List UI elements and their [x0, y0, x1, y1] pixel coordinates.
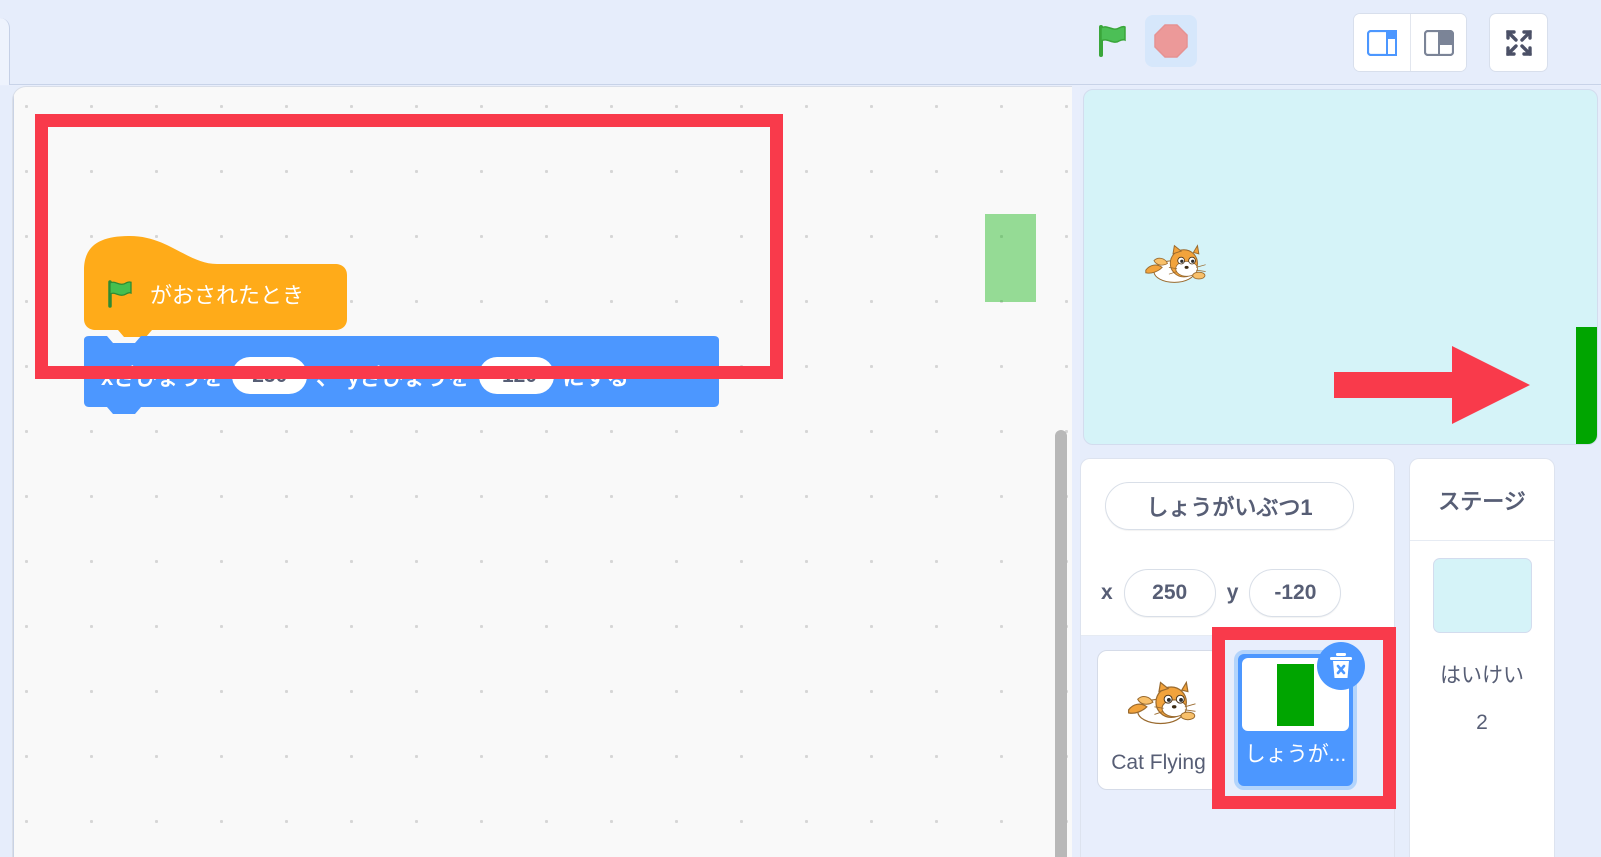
motion-y-input[interactable]: -120 — [478, 357, 554, 394]
sprite-y-label: y — [1226, 581, 1239, 604]
green-flag-icon — [108, 280, 132, 308]
top-control-bar — [0, 0, 1601, 85]
obstacle-sprite-on-stage[interactable] — [1576, 327, 1597, 444]
dragged-costume-ghost — [985, 214, 1036, 302]
large-stage-layout-icon — [1423, 29, 1454, 56]
delete-icon — [1330, 653, 1352, 678]
sprite-name-input[interactable]: しょうがいぶつ1 — [1105, 482, 1354, 530]
workspace-left-edge — [13, 87, 14, 857]
sprite-x-label: x — [1101, 581, 1113, 604]
motion-separator: 、 — [316, 364, 339, 390]
stage-canvas[interactable] — [1083, 89, 1598, 445]
large-stage-layout-button[interactable] — [1410, 14, 1466, 71]
stage-selector-header: ステージ — [1410, 459, 1554, 541]
stop-button[interactable] — [1145, 15, 1197, 67]
sprite-card-label: Cat Flying — [1111, 751, 1206, 774]
stage-selector-pane: ステージ はいけい 2 — [1409, 458, 1555, 857]
fullscreen-icon — [1505, 29, 1532, 56]
sprite-xy-row: x 250 y -120 — [1101, 569, 1342, 617]
sprite-pane: しょうがいぶつ1 x 250 y -120 Cat Flying しょうが... — [1080, 458, 1395, 857]
small-stage-layout-icon — [1367, 29, 1397, 56]
cat-flying-thumb-icon — [1119, 667, 1199, 739]
motion-block-label-row: xざひょうを 250 、 yざひょうを -120 にする — [101, 357, 629, 394]
motion-y-label: yざひょうを — [347, 364, 470, 390]
sprite-y-input[interactable]: -120 — [1249, 569, 1342, 617]
cat-flying-sprite[interactable] — [1139, 240, 1207, 288]
stop-sign-icon — [1154, 24, 1188, 58]
sprite-x-input[interactable]: 250 — [1123, 569, 1216, 617]
motion-x-input[interactable]: 250 — [232, 357, 308, 394]
delete-sprite-button[interactable] — [1317, 642, 1365, 690]
backdrop-label: はいけい — [1440, 664, 1524, 687]
workspace-vertical-scrollbar[interactable] — [1055, 430, 1067, 857]
sprite-card-cat-flying[interactable]: Cat Flying — [1097, 650, 1220, 790]
fullscreen-button[interactable] — [1490, 14, 1547, 71]
backdrop-count: 2 — [1476, 711, 1488, 734]
menu-left-edge — [0, 18, 10, 85]
backdrop-thumbnail[interactable] — [1432, 558, 1532, 633]
motion-x-label: xざひょうを — [101, 364, 224, 390]
green-flag-button[interactable] — [1086, 15, 1138, 67]
sprite-card-obstacle[interactable]: しょうが... — [1234, 642, 1365, 790]
blocks-canvas[interactable]: がおされたとき xざひょうを 250 、 yざひょうを -120 にする — [12, 86, 1072, 857]
script-stack[interactable]: がおされたとき xざひょうを 250 、 yざひょうを -120 にする — [84, 234, 719, 414]
stage-size-controls — [1354, 14, 1466, 71]
event-hat-block[interactable]: がおされたとき — [84, 234, 347, 337]
motion-goto-block[interactable]: xざひょうを 250 、 yざひょうを -120 にする — [84, 336, 719, 414]
green-rect-thumb-icon — [1277, 663, 1314, 726]
sprite-selector-list: Cat Flying しょうが... — [1081, 636, 1394, 857]
green-flag-icon — [1099, 25, 1126, 57]
sprite-card-label: しょうが... — [1244, 743, 1347, 766]
motion-suffix: にする — [562, 364, 629, 390]
sprite-info-row: しょうがいぶつ1 x 250 y -120 — [1081, 459, 1394, 636]
hat-block-label-row: がおされたとき — [105, 278, 304, 310]
small-stage-layout-button[interactable] — [1354, 14, 1410, 71]
hat-block-text: がおされたとき — [150, 283, 305, 308]
annotation-arrow-icon — [1334, 346, 1530, 424]
code-workspace-container: がおされたとき xざひょうを 250 、 yざひょうを -120 にする — [0, 86, 1072, 857]
